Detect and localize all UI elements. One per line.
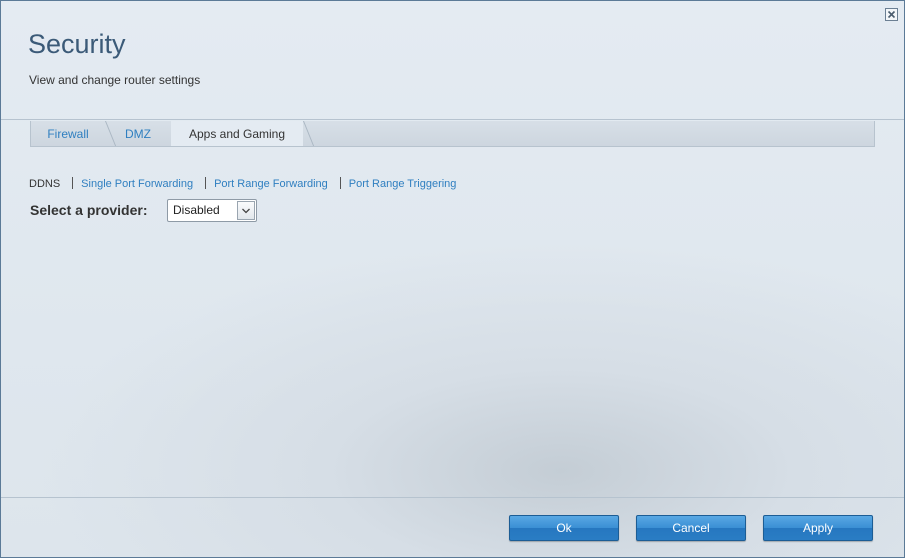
tab-firewall[interactable]: Firewall [31, 121, 105, 146]
subnav-port-range-triggering[interactable]: Port Range Triggering [349, 178, 457, 190]
subnav-port-range-forwarding[interactable]: Port Range Forwarding [214, 178, 328, 190]
subnav-separator [72, 177, 74, 189]
provider-label: Select a provider: [30, 202, 148, 218]
page-title: Security [28, 29, 126, 59]
provider-select[interactable]: Disabled [167, 199, 257, 222]
close-icon [887, 10, 896, 19]
tab-bar: Firewall DMZ Apps and Gaming [30, 121, 875, 147]
sub-navigation: DDNS Single Port Forwarding Port Range For… [29, 177, 456, 190]
page-subtitle: View and change router settings [29, 73, 201, 87]
tab-divider [303, 121, 315, 146]
header-divider [1, 119, 904, 120]
chevron-down-icon [242, 208, 250, 214]
cancel-button[interactable]: Cancel [636, 515, 746, 541]
apply-button[interactable]: Apply [763, 515, 873, 541]
close-button[interactable] [885, 8, 898, 21]
security-dialog: Security View and change router settings… [0, 0, 905, 558]
subnav-separator [205, 177, 207, 189]
tab-apps-and-gaming[interactable]: Apps and Gaming [171, 121, 303, 146]
subnav-single-port-forwarding[interactable]: Single Port Forwarding [81, 178, 193, 190]
provider-selected-value: Disabled [173, 203, 220, 217]
tab-dmz[interactable]: DMZ [105, 121, 171, 146]
footer-divider [1, 497, 904, 498]
subnav-separator [339, 177, 341, 189]
subnav-ddns: DDNS [29, 178, 61, 190]
ok-button[interactable]: Ok [509, 515, 619, 541]
dropdown-toggle[interactable] [237, 201, 255, 220]
